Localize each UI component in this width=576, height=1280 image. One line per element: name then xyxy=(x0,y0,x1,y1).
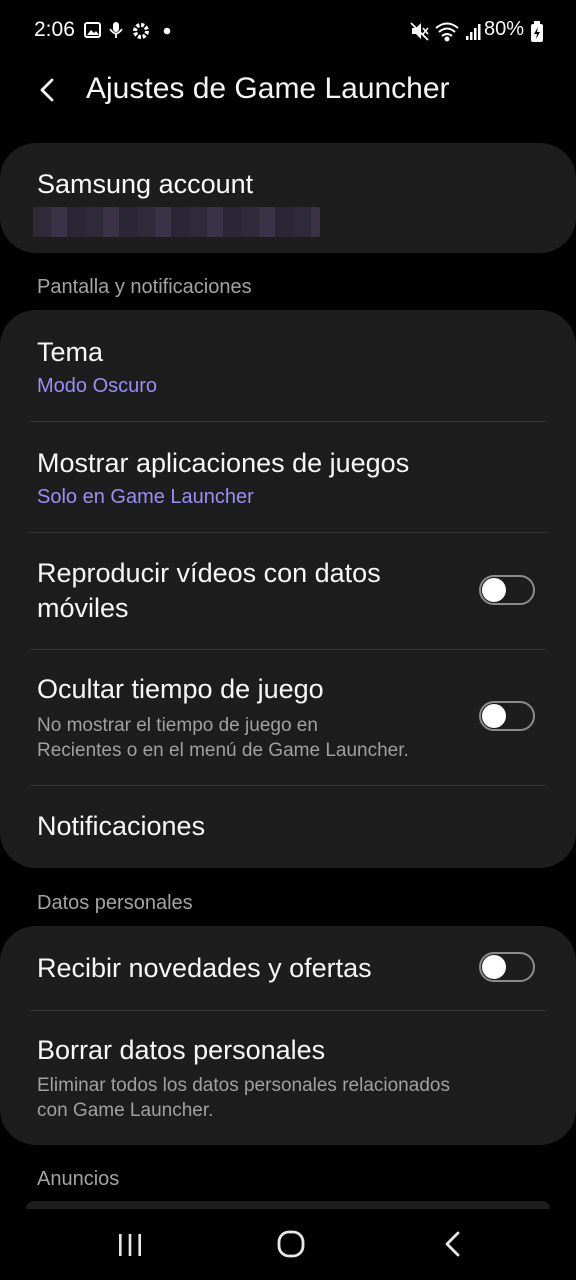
hide-play-time-row[interactable]: Ocultar tiempo de juego No mostrar el ti… xyxy=(0,650,576,785)
account-email-redacted xyxy=(33,207,320,237)
battery-percent: 80% xyxy=(483,18,524,40)
ads-card-edge xyxy=(26,1201,550,1209)
page-title: Ajustes de Game Launcher xyxy=(86,72,450,105)
mic-icon xyxy=(109,22,123,38)
hide-play-time-desc-line1: No mostrar el tiempo de juego en xyxy=(37,715,318,736)
back-arrow-icon[interactable] xyxy=(32,74,64,106)
samsung-account-title: Samsung account xyxy=(37,169,254,199)
delete-personal-data-row[interactable]: Borrar datos personales Eliminar todos l… xyxy=(0,1011,576,1145)
navigation-bar xyxy=(0,1210,576,1280)
status-bar: 2:06 80% xyxy=(0,0,576,64)
section-header-ads: Anuncios xyxy=(37,1168,120,1190)
hide-play-time-title: Ocultar tiempo de juego xyxy=(37,674,324,704)
toggle-knob xyxy=(482,704,506,728)
hide-play-time-desc-line2: Recientes o en el menú de Game Launcher. xyxy=(37,740,409,761)
home-icon[interactable] xyxy=(274,1228,308,1260)
status-system-icons xyxy=(410,22,481,42)
show-game-apps-value: Solo en Game Launcher xyxy=(37,486,254,508)
show-game-apps-title: Mostrar aplicaciones de juegos xyxy=(37,448,410,478)
hide-play-time-toggle[interactable] xyxy=(479,701,535,731)
app-bar: Ajustes de Game Launcher xyxy=(0,64,576,120)
play-videos-toggle[interactable] xyxy=(479,575,535,605)
dot-icon xyxy=(163,27,171,35)
toggle-knob xyxy=(482,955,506,979)
play-videos-title-line2: móviles xyxy=(37,593,129,623)
display-settings-card: Tema Modo Oscuro Mostrar aplicaciones de… xyxy=(0,310,576,868)
settings-icon xyxy=(133,23,149,39)
delete-personal-data-desc-line2: con Game Launcher. xyxy=(37,1100,214,1121)
delete-personal-data-desc-line1: Eliminar todos los datos personales rela… xyxy=(37,1075,450,1096)
theme-value: Modo Oscuro xyxy=(37,375,158,397)
mute-icon xyxy=(410,22,429,41)
toggle-knob xyxy=(482,578,506,602)
status-time: 2:06 xyxy=(34,18,75,41)
section-header-display: Pantalla y notificaciones xyxy=(37,276,252,298)
receive-offers-row[interactable]: Recibir novedades y ofertas xyxy=(0,926,576,1010)
play-videos-title-line1: Reproducir vídeos con datos xyxy=(37,558,381,588)
battery-icon xyxy=(531,21,543,42)
section-header-personal: Datos personales xyxy=(37,892,193,914)
receive-offers-title: Recibir novedades y ofertas xyxy=(37,953,372,983)
recent-apps-icon[interactable] xyxy=(114,1228,146,1260)
theme-title: Tema xyxy=(37,337,104,367)
notifications-row[interactable]: Notificaciones xyxy=(0,786,576,868)
image-icon xyxy=(84,22,101,38)
delete-personal-data-title: Borrar datos personales xyxy=(37,1035,326,1065)
play-videos-mobile-data-row[interactable]: Reproducir vídeos con datos móviles xyxy=(0,533,576,649)
wifi-icon xyxy=(435,22,459,42)
personal-data-card: Recibir novedades y ofertas Borrar datos… xyxy=(0,926,576,1145)
nav-back-icon[interactable] xyxy=(438,1228,468,1260)
show-game-apps-row[interactable]: Mostrar aplicaciones de juegos Solo en G… xyxy=(0,422,576,532)
theme-row[interactable]: Tema Modo Oscuro xyxy=(0,310,576,421)
signal-icon xyxy=(466,24,481,40)
status-notification-icons xyxy=(84,22,171,39)
notifications-title: Notificaciones xyxy=(37,811,206,841)
receive-offers-toggle[interactable] xyxy=(479,952,535,982)
